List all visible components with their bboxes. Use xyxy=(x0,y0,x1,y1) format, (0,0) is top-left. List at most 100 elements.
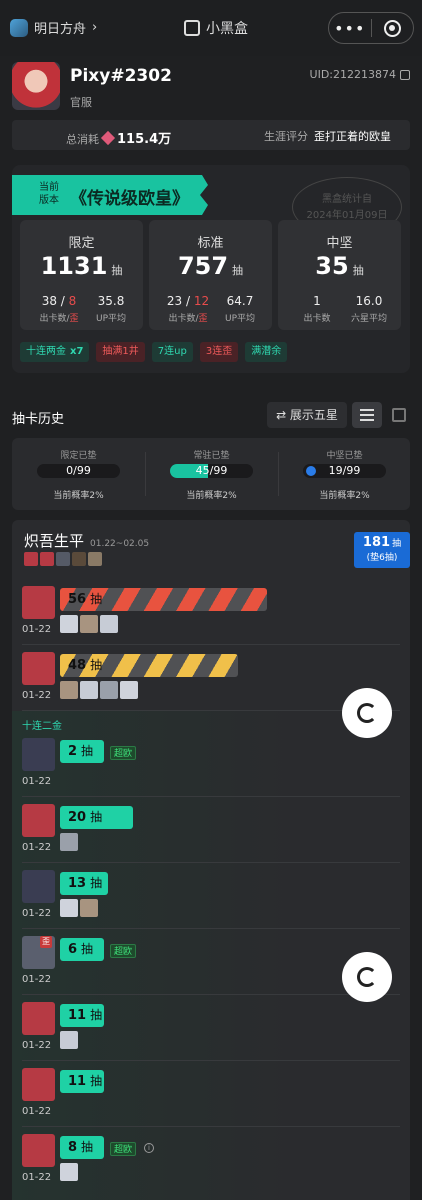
close-miniprogram-button[interactable] xyxy=(372,19,414,37)
pity-value: 45/99 xyxy=(195,464,228,477)
game-icon xyxy=(10,18,28,37)
grid-view-button[interactable] xyxy=(384,402,414,428)
pool-name: 中坚 xyxy=(326,236,353,251)
refresh-button[interactable] xyxy=(342,952,392,1002)
pull-row[interactable]: 01-22 8 抽超欧 i xyxy=(12,1130,410,1195)
refresh-button[interactable] xyxy=(342,688,392,738)
pool-avg: 35.8 UP平均 xyxy=(86,294,136,324)
total-cost: 总消耗 115.4万 xyxy=(66,128,171,147)
pull-count-bar: 13 抽 xyxy=(60,872,108,895)
pull-count-bar: 48 抽 xyxy=(60,654,238,677)
pull-date: 01-22 xyxy=(22,1172,52,1183)
pull-row[interactable]: 01-22 20 抽 xyxy=(12,800,410,865)
pulls-a: 23 / xyxy=(166,294,194,308)
pulls-a: 1 xyxy=(313,294,321,308)
cap-a: 出卡数/ xyxy=(168,314,199,324)
uid-copy[interactable]: UID:212213874 xyxy=(310,68,410,81)
operator-avatar xyxy=(22,1134,55,1167)
event-dates: 01.22~02.05 xyxy=(90,539,150,549)
super-lucky-badge: 超欧 xyxy=(110,1142,137,1156)
avg-value: 64.7 xyxy=(226,294,254,308)
stats-bar: 总消耗 115.4万 生涯评分 歪打正着的欧皇 xyxy=(12,120,410,150)
pull-unit: 抽 xyxy=(90,658,103,672)
tag: 满潜余 xyxy=(245,342,288,362)
pull-count: 2 xyxy=(68,744,78,759)
operator-thumb xyxy=(80,899,98,917)
pity-summary: 限定已垫 0/99 当前概率2% 常驻已垫 45/99 当前概率2% 中坚已垫 … xyxy=(12,438,410,510)
list-icon xyxy=(360,409,374,421)
operator-icon xyxy=(56,552,70,566)
operator-thumb xyxy=(60,1031,78,1049)
pulled-operators xyxy=(60,1163,78,1181)
tag: 3连歪 xyxy=(199,342,239,362)
career-rating-value: 歪打正着的欧皇 xyxy=(314,130,391,143)
pity-value: 19/99 xyxy=(328,464,361,477)
pull-row[interactable]: 01-22 13 抽 xyxy=(12,866,410,931)
pull-count-bar: 56 抽 xyxy=(60,588,267,611)
version-label: 当前 版本 xyxy=(39,182,59,206)
pull-date: 01-22 xyxy=(22,690,52,701)
tag-label: 十连两金 xyxy=(26,346,66,357)
show-five-star-button[interactable]: ⇄ 展示五星 xyxy=(267,402,347,428)
career-rating: 生涯评分 歪打正着的欧皇 xyxy=(264,128,391,144)
pull-row[interactable]: 01-22 2 抽超欧 xyxy=(12,734,410,799)
event-name: 炽吾生平 xyxy=(24,532,85,550)
list-view-button[interactable] xyxy=(352,402,382,428)
pool-pulls: 38 / 8 出卡数/歪 xyxy=(34,294,84,324)
operator-thumb xyxy=(60,899,78,917)
pulled-operators xyxy=(60,899,98,917)
pool-avg: 64.7 UP平均 xyxy=(215,294,265,324)
achievement-tags: 十连两金 x7 抽满1井 7连up 3连歪 满潜余 xyxy=(20,342,288,362)
pool-count: 35 抽 xyxy=(278,252,401,280)
event-total-unit: 抽 xyxy=(392,539,402,549)
pull-unit: 抽 xyxy=(90,1074,103,1088)
pool-count-value: 757 xyxy=(177,252,229,280)
target-icon xyxy=(383,19,401,37)
pity-bar: 45/99 xyxy=(170,464,253,478)
pool-count: 757 抽 xyxy=(149,252,272,280)
pulled-operators xyxy=(60,615,118,633)
history-title: 抽卡历史 xyxy=(12,412,65,427)
row-divider xyxy=(22,928,400,929)
operator-thumb xyxy=(100,681,118,699)
row-divider xyxy=(22,644,400,645)
row-divider xyxy=(22,1060,400,1061)
cap-a: 出卡数 xyxy=(303,314,331,324)
grid-icon xyxy=(392,408,406,422)
info-icon[interactable]: i xyxy=(144,1143,154,1153)
mini-program-topbar: 明日方舟 › 小黑盒 ••• xyxy=(0,0,422,56)
pulls-a: 38 / xyxy=(41,294,69,308)
pull-unit: 抽 xyxy=(90,876,103,890)
pull-date: 01-22 xyxy=(22,908,52,919)
pool-count-value: 1131 xyxy=(40,252,108,280)
pull-row[interactable]: 01-22 56 抽 xyxy=(12,582,410,647)
more-icon[interactable]: ••• xyxy=(329,19,371,38)
pull-row[interactable]: 01-22 11 抽 xyxy=(12,1064,410,1129)
cap-b: 歪 xyxy=(69,314,79,324)
pull-count: 48 xyxy=(68,658,87,673)
pull-date: 01-22 xyxy=(22,842,52,853)
brand-name: 小黑盒 xyxy=(206,21,248,37)
operator-thumb xyxy=(60,681,78,699)
avg-value: 16.0 xyxy=(355,294,383,308)
pull-row[interactable]: 01-22 11 抽 xyxy=(12,998,410,1063)
operator-icon xyxy=(72,552,86,566)
operator-icon xyxy=(88,552,102,566)
pull-count: 8 xyxy=(68,1140,78,1155)
pull-count: 20 xyxy=(68,810,87,825)
pool-name: 标准 xyxy=(197,236,224,251)
operator-avatar xyxy=(22,1002,55,1035)
game-switcher[interactable]: 明日方舟 › xyxy=(10,18,97,37)
operator-avatar xyxy=(22,652,55,685)
tag-extra: x7 xyxy=(70,346,84,357)
pull-unit: 抽 xyxy=(90,1008,103,1022)
avatar[interactable] xyxy=(12,62,60,110)
super-lucky-badge: 超欧 xyxy=(110,746,137,760)
off-banner-tag: 歪 xyxy=(40,936,52,948)
event-card[interactable]: 炽吾生平 01.22~02.05 181 抽 (垫6抽) 十连二金 01-22 56 抽… xyxy=(12,520,410,1200)
pull-count: 11 xyxy=(68,1074,87,1089)
pull-count-bar: 2抽 xyxy=(60,740,104,763)
group-label: 十连二金 xyxy=(22,721,62,732)
event-total: 181 xyxy=(362,535,391,550)
operator-thumb xyxy=(100,615,118,633)
